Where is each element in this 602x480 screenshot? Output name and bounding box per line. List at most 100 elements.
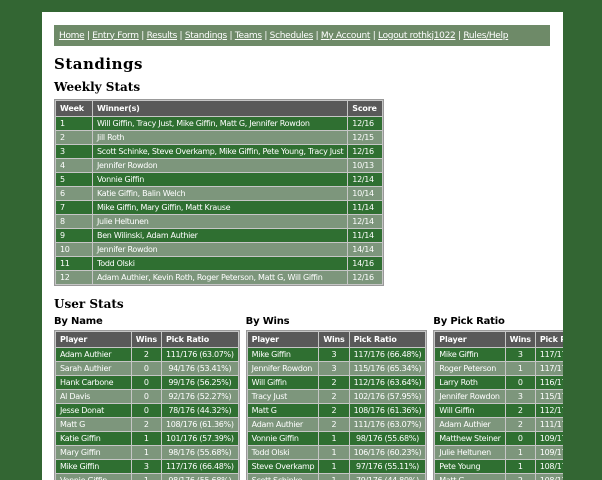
nav-link-entry-form[interactable]: Entry Form [92, 31, 139, 41]
nav-bar: Home | Entry Form | Results | Standings … [54, 25, 550, 46]
user-row-wins: 2 [331, 420, 337, 429]
user-row-ratio: 111/176 (63.07%) [165, 350, 234, 359]
weekly-row-winners: Adam Authier, Kevin Roth, Roger Peterson… [97, 273, 323, 282]
weekly-row: 10 Jennifer Rowdon 14/14 [56, 243, 383, 256]
weekly-row-score: 12/14 [352, 217, 374, 226]
user-row-player: Vonnie Giffin [251, 434, 299, 443]
user-row: Jesse Donat 0 78/176 (44.32%) [56, 404, 238, 417]
user-row-ratio: 117/176 (66.48%) [353, 350, 422, 359]
user-row-player: Adam Authier [60, 350, 112, 359]
weekly-row-winners: Vonnie Giffin [97, 175, 145, 184]
user-row-ratio: 79/176 (44.89%) [350, 474, 426, 480]
user-row: Todd Olski 1 106/176 (60.23%) [247, 446, 426, 459]
user-row-ratio: 78/176 (44.32%) [168, 406, 232, 415]
user-row-ratio: 101/176 (57.39%) [165, 434, 234, 443]
nav-link-my-account[interactable]: My Account [321, 31, 371, 41]
user-row-player: Mary Giffin [60, 448, 101, 457]
weekly-row-winners: Katie Giffin, Balin Welch [97, 189, 186, 198]
user-row: Matt G2108/176 (61.36%) [56, 418, 238, 431]
user-row-player: Jennifer Rowdon [439, 392, 500, 401]
user-stats-table-by-wins: Player Wins Pick Ratio Mike Giffin 3 117/176 … [245, 330, 428, 480]
user-row: Hank Carbone 0 99/176 (56.25%) [56, 376, 238, 389]
user-row: Adam Authier 2 111/176 (63.07%) [56, 348, 238, 361]
user-row-player: Mike Giffin [251, 350, 291, 359]
user-row-ratio: 111/176 (63.07%) [353, 420, 422, 429]
user-row-wins: 0 [143, 406, 149, 415]
user-row: Adam Authier 2 111/176 (63.07%) [435, 418, 563, 431]
user-table-head-by-name: Player Wins Pick Ratio [56, 332, 238, 347]
user-row-wins: 2 [506, 474, 535, 480]
weekly-row-week: 5 [60, 175, 65, 184]
user-row: Mary Giffin 1 98/176 (55.68%) [56, 446, 238, 459]
user-header-row: PlayerWinsPick Ratio [247, 332, 426, 347]
weekly-row-week: 10 [60, 245, 70, 254]
weekly-row-week: 6 [60, 189, 65, 198]
page-title: Standings [54, 55, 143, 73]
user-table-body-by-name: Adam Authier 2 111/176 (63.07%) Sarah Authi… [56, 348, 238, 480]
weekly-row-week: 9 [60, 231, 65, 240]
user-by-wins-col-header: Player [247, 332, 319, 347]
user-row: Scott Schinke179/176 (44.89%) [247, 474, 426, 480]
user-row-wins: 1 [331, 434, 337, 443]
user-row-wins: 3 [517, 392, 523, 401]
user-row-ratio: 112/176 (63.64%) [353, 378, 422, 387]
user-row-player: Roger Peterson [439, 364, 496, 373]
weekly-row-winners: Ben Wilinski, Adam Authier [97, 231, 198, 240]
user-table-by-pick-ratio: By Pick RatioPlayerWinsPick RatioMike Gi… [433, 316, 563, 480]
weekly-col-header: Winner(s) [93, 101, 348, 116]
user-table-label-by-name: By Name [54, 316, 103, 327]
weekly-row-week: 1 [60, 119, 65, 128]
user-row-player: Matt G [251, 406, 277, 415]
nav-link-home[interactable]: Home [59, 31, 85, 41]
weekly-row-score: 12/15 [352, 133, 374, 142]
user-by-pick-ratio-col-header: Pick Ratio [535, 332, 563, 347]
user-row-player: Adam Authier [439, 420, 491, 429]
user-row-ratio: 92/176 (52.27%) [168, 392, 232, 401]
weekly-row-winners: Mike Giffin, Mary Giffin, Matt Krause [97, 203, 231, 212]
user-row-wins: 0 [143, 392, 149, 401]
user-by-pick-ratio-col-header: Wins [505, 332, 535, 347]
weekly-table-head: Week Winner(s) Score [56, 101, 383, 116]
weekly-row: 3 Scott Schinke, Steve Overkamp, Mike Gif… [56, 145, 383, 158]
user-row-ratio: 117/176 (66.48%) [165, 462, 234, 471]
weekly-row-week: 12 [60, 273, 70, 282]
user-row-player: Adam Authier [251, 420, 304, 429]
weekly-row-score: 11/14 [352, 231, 374, 240]
user-row-wins: 2 [143, 350, 149, 359]
user-row-ratio: 98/176 (55.68%) [355, 434, 419, 443]
weekly-row-winners: Will Giffin, Tracy Just, Mike Giffin, Ma… [97, 119, 310, 128]
user-row: Matt G2108/176 (61.36%) [435, 474, 563, 480]
nav-link-standings[interactable]: Standings [185, 31, 227, 41]
weekly-row: 6 Katie Giffin, Balin Welch 10/14 [56, 187, 383, 200]
nav-link-logout[interactable]: Logout rothkj1022 [378, 31, 456, 41]
user-row-player: Pete Young [439, 462, 481, 471]
user-row: Jennifer Rowdon 3 115/176 (65.34%) [435, 390, 563, 403]
user-row: Mike Giffin 3 117/176 (66.48%) [435, 348, 563, 361]
user-by-wins-col-header: Wins [319, 332, 349, 347]
weekly-table-body: 1 Will Giffin, Tracy Just, Mike Giffin, M… [56, 117, 383, 284]
weekly-col-header: Week [56, 101, 92, 116]
user-row-ratio: 108/176 (61.36%) [353, 406, 422, 415]
weekly-row-week: 8 [60, 217, 65, 226]
nav-link-teams[interactable]: Teams [235, 31, 262, 41]
user-row-ratio: 108/176 (61.36%) [165, 420, 234, 429]
user-row: Matt G2108/176 (61.36%) [247, 404, 426, 417]
user-row-player: Matt G [435, 474, 504, 480]
nav-separator: | [84, 30, 93, 41]
weekly-row: 2 Jill Roth 12/15 [56, 131, 383, 144]
user-row-wins: 0 [143, 378, 149, 387]
content-area: Home | Entry Form | Results | Standings … [42, 12, 563, 480]
nav-link-results[interactable]: Results [147, 31, 178, 41]
user-row-player: Mike Giffin [60, 462, 99, 471]
nav-link-rules-help[interactable]: Rules/Help [463, 31, 508, 41]
weekly-row: 5 Vonnie Giffin 12/14 [56, 173, 383, 186]
nav-separator: | [138, 30, 147, 41]
nav-link-schedules[interactable]: Schedules [270, 31, 314, 41]
weekly-row: 9 Ben Wilinski, Adam Authier 11/14 [56, 229, 383, 242]
user-row-player: Mike Giffin [439, 350, 479, 359]
user-table-head-by-wins: Player Wins Pick Ratio [247, 332, 426, 347]
user-row: Katie Giffin 1 101/176 (57.39%) [56, 432, 238, 445]
weekly-row: 1 Will Giffin, Tracy Just, Mike Giffin, M… [56, 117, 383, 130]
weekly-row-score: 12/16 [352, 147, 374, 156]
user-row-player: Vonnie Giffin [56, 474, 131, 480]
